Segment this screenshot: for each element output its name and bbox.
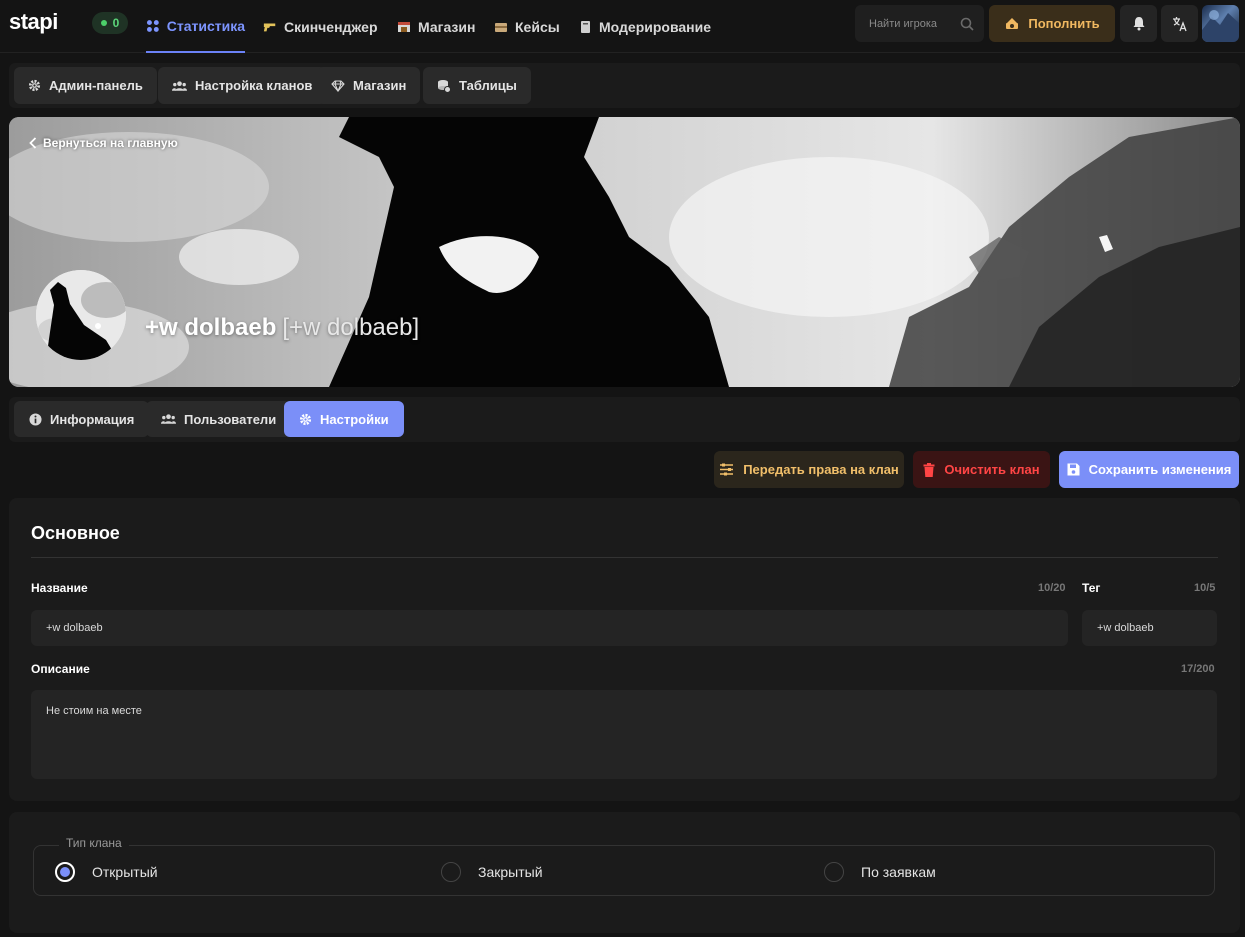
main-settings-card: Основное Название 10/20 Тег 10/5 Описани… [9, 498, 1240, 801]
radio-label: Закрытый [478, 864, 543, 880]
divider [31, 557, 1218, 558]
admin-btn-label: Настройка кланов [195, 78, 313, 93]
cash-icon [1006, 17, 1019, 29]
clan-avatar[interactable] [36, 270, 126, 360]
clan-avatar-image-icon [36, 270, 126, 360]
admin-btn-label: Таблицы [459, 78, 517, 93]
apps-icon [146, 19, 159, 32]
transfer-label: Передать права на клан [743, 462, 899, 477]
clear-label: Очистить клан [944, 462, 1040, 477]
transfer-rights-button[interactable]: Передать права на клан [714, 451, 904, 488]
clan-title: +w dolbaeb [+w dolbaeb] [145, 314, 419, 342]
radio-by-request[interactable]: По заявкам [824, 862, 936, 882]
tab-users[interactable]: Пользователи [146, 401, 292, 437]
admin-shop-button[interactable]: Магазин [317, 67, 421, 104]
radio-label: По заявкам [861, 864, 936, 880]
clear-clan-button[interactable]: Очистить клан [913, 451, 1050, 488]
nav-shop[interactable]: Магазин [397, 0, 475, 53]
tab-label: Настройки [320, 411, 389, 427]
radio-label: Открытый [92, 864, 158, 880]
nav-statistics[interactable]: Статистика [146, 0, 245, 53]
admin-btn-label: Админ-панель [49, 78, 143, 93]
trash-icon [923, 462, 935, 477]
nav-label: Скинченджер [284, 18, 378, 35]
clan-tabs: Информация Пользователи Настройки [9, 397, 1240, 442]
case-icon [495, 22, 507, 32]
clan-type-fieldset [33, 845, 1215, 896]
bell-icon [1133, 17, 1144, 31]
nav-cases[interactable]: Кейсы [494, 0, 560, 53]
save-changes-button[interactable]: Сохранить изменения [1059, 451, 1239, 488]
clan-name-input[interactable] [31, 610, 1068, 646]
clan-type-legend: Тип клана [59, 836, 129, 850]
search-input[interactable] [869, 17, 959, 30]
save-label: Сохранить изменения [1088, 462, 1232, 477]
radio-closed[interactable]: Закрытый [441, 862, 543, 882]
sliders-icon [720, 463, 734, 476]
description-label: Описание [31, 662, 90, 676]
radio-open[interactable]: Открытый [55, 862, 158, 882]
tab-settings[interactable]: Настройки [284, 401, 404, 437]
nav-label: Кейсы [515, 18, 560, 35]
admin-toolbar: Админ-панель Настройка кланов Магазин Та… [9, 63, 1240, 108]
tables-button[interactable]: Таблицы [423, 67, 531, 104]
nav-moderation[interactable]: Модерирование [578, 0, 711, 53]
online-counter: 0 [92, 12, 128, 34]
nav-label: Магазин [418, 18, 476, 35]
search-icon[interactable] [960, 17, 974, 31]
language-button[interactable] [1161, 5, 1198, 42]
users-icon [161, 414, 176, 424]
gear-icon [28, 79, 41, 92]
logo[interactable]: stapi [9, 9, 58, 35]
topup-label: Пополнить [1028, 16, 1100, 31]
floppy-icon [1067, 463, 1080, 476]
section-title: Основное [31, 523, 120, 543]
banner-image-icon [9, 117, 1240, 387]
avatar-image-icon [1202, 10, 1239, 42]
clan-settings-button[interactable]: Настройка кланов [158, 67, 327, 104]
top-navbar: stapi 0 Статистика Скинченджер Магазин К… [0, 0, 1245, 53]
radio-unchecked-icon[interactable] [824, 862, 844, 882]
clan-type-card: Тип клана Открытый Закрытый По заявкам [9, 812, 1240, 933]
notifications-button[interactable] [1120, 5, 1157, 42]
back-label: Вернуться на главную [43, 136, 178, 150]
book-icon [581, 20, 590, 33]
translate-icon [1172, 16, 1187, 31]
coins-icon [438, 79, 451, 93]
nav-label: Статистика [166, 17, 245, 34]
pistol-icon [263, 23, 276, 31]
tab-label: Пользователи [184, 411, 277, 427]
name-label: Название [31, 581, 88, 595]
radio-unchecked-icon[interactable] [441, 862, 461, 882]
tab-label: Информация [50, 411, 135, 427]
tag-label: Тег [1082, 581, 1101, 595]
shop-icon [398, 21, 410, 32]
back-to-home-link[interactable]: Вернуться на главную [29, 136, 178, 150]
clan-tag-input[interactable] [1082, 610, 1217, 646]
online-dot-icon [100, 20, 107, 26]
description-counter: 17/200 [1181, 663, 1215, 675]
admin-btn-label: Магазин [353, 78, 407, 93]
users-icon [172, 80, 187, 91]
info-icon [29, 412, 42, 426]
clan-banner: Вернуться на главную +w dolbaeb [+w dolba… [9, 117, 1240, 387]
radio-checked-icon[interactable] [55, 862, 75, 882]
nav-label: Модерирование [599, 18, 712, 35]
clan-name: +w dolbaeb [145, 314, 277, 341]
gear-icon [299, 413, 312, 425]
player-search[interactable] [855, 5, 984, 42]
user-avatar[interactable] [1202, 5, 1239, 42]
topup-button[interactable]: Пополнить [989, 5, 1115, 42]
admin-panel-button[interactable]: Админ-панель [14, 67, 157, 104]
diamond-icon [331, 79, 345, 92]
name-counter: 10/20 [1038, 582, 1066, 594]
tab-information[interactable]: Информация [14, 401, 150, 437]
description-textarea[interactable]: Не стоим на месте [31, 690, 1217, 779]
tag-counter: 10/5 [1194, 582, 1216, 594]
chevron-left-icon [29, 137, 37, 149]
clan-tag: [+w dolbaeb] [282, 314, 420, 341]
online-count: 0 [112, 16, 120, 30]
nav-skinchanger[interactable]: Скинченджер [263, 0, 378, 53]
